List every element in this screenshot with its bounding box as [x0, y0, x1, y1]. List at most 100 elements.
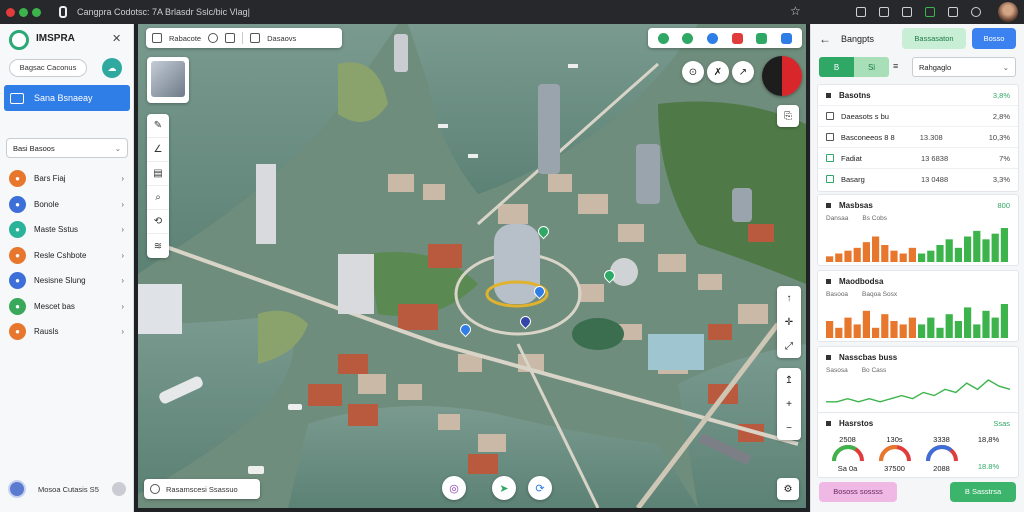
aerial-map — [138, 24, 806, 508]
filter-icon[interactable]: ≡ — [893, 61, 898, 71]
grid-icon[interactable] — [250, 33, 261, 43]
save-button[interactable]: Bosso — [972, 28, 1016, 49]
layer-tab-icon[interactable] — [682, 32, 694, 44]
chevron-down-icon: ⌄ — [1002, 62, 1009, 72]
layer-tab-icon[interactable] — [756, 32, 768, 44]
route-icon[interactable]: ⟲ — [147, 210, 169, 234]
bar — [927, 250, 935, 262]
secondary-action-button[interactable]: Bososs sossss — [819, 482, 897, 502]
summary-title: Basotns — [839, 90, 871, 100]
zoom-in-icon[interactable]: + — [777, 392, 801, 416]
brand-logo-icon — [9, 30, 29, 50]
collapse-icon[interactable]: ✕ — [112, 32, 121, 45]
window-icon[interactable] — [879, 7, 889, 17]
share-icon[interactable] — [856, 7, 866, 17]
table-row[interactable]: Basconeeos 8 8 13.308 10,3% — [818, 126, 1018, 147]
bar — [991, 233, 999, 262]
alert-icon: ● — [9, 323, 26, 341]
star-icon[interactable]: ☆ — [790, 4, 801, 18]
chart-card-1: Masbsas 800 Dansaa Bs Cobs — [817, 194, 1019, 266]
sidebar-item-label: Resle Cshbote — [34, 250, 87, 260]
bar — [890, 321, 898, 338]
layer-tab-icon[interactable] — [781, 32, 793, 44]
location-icon[interactable]: ⊙ — [682, 61, 704, 83]
primary-action-button[interactable]: B Sasstrsa — [950, 482, 1016, 502]
workspace-button[interactable]: Bagsac Caconus — [9, 59, 87, 77]
extension-icon[interactable] — [925, 7, 935, 17]
bullet-icon — [826, 420, 831, 426]
map-layer-tabs — [648, 28, 802, 48]
ruler-icon[interactable]: ⤢ — [777, 334, 801, 358]
recenter-icon[interactable]: ⟳ — [528, 476, 552, 500]
layers-toggle-icon[interactable]: ◎ — [442, 476, 466, 500]
close-window-button[interactable] — [6, 7, 15, 17]
segment-left[interactable]: B — [819, 57, 854, 77]
zoom-out-icon[interactable]: − — [777, 416, 801, 440]
map-view[interactable]: Rabacote Dasaovs ✎ ∠ ▤ ⌕ ⟲ ≋ ⊙ ✗ ↗ ⎘ ↑ ✛… — [138, 24, 806, 508]
layer-tab-icon[interactable] — [707, 32, 719, 44]
sidebar-item[interactable]: ● Resle Cshbote › — [6, 243, 128, 269]
navigate-icon[interactable]: ➤ — [492, 476, 516, 500]
chevron-right-icon: › — [121, 225, 124, 235]
row-label: Basconeeos 8 8 — [840, 132, 895, 142]
walk-icon[interactable]: ✗ — [707, 61, 729, 83]
sidebar-item[interactable]: ● Rausls › — [6, 319, 128, 345]
sidebar-item[interactable]: ● Mescet bas › — [6, 294, 128, 320]
menu-icon[interactable] — [948, 7, 958, 17]
map-search-bar[interactable]: Rabacote Dasaovs — [146, 28, 342, 48]
export-button[interactable]: Bassasaton — [902, 28, 966, 49]
bar — [982, 310, 990, 338]
filter-icon[interactable]: ≋ — [147, 234, 169, 258]
range-dropdown[interactable]: Rahgaglo ⌄ — [912, 57, 1016, 77]
share-map-icon[interactable]: ⎘ — [777, 105, 799, 127]
3d-view-toggle[interactable] — [147, 57, 189, 103]
document-icon[interactable]: ▤ — [147, 162, 169, 186]
summary-header: Basotns 3,8% — [818, 85, 1018, 105]
cloud-icon[interactable]: ☁ — [102, 58, 122, 78]
settings-map-icon[interactable]: ⚙ — [777, 478, 799, 500]
gauge-label: 18,8% — [977, 435, 1000, 444]
search-map-icon[interactable]: ⌕ — [147, 186, 169, 210]
bullet-icon — [826, 202, 831, 208]
pen-icon[interactable]: ✎ — [147, 114, 169, 138]
sidebar-item[interactable]: ● Nesisne Slung › — [6, 268, 128, 294]
clock-icon[interactable] — [208, 33, 219, 43]
view-toggle[interactable]: B Si — [819, 57, 889, 77]
profile-icon[interactable] — [971, 7, 981, 17]
settings-icon[interactable] — [112, 482, 126, 496]
sidebar-item[interactable]: ● Bars Fiaj › — [6, 166, 128, 192]
user-footer[interactable]: Mosoa Cutasis S5 — [8, 480, 126, 498]
segment-right[interactable]: Si — [854, 57, 889, 77]
maximize-window-button[interactable] — [32, 7, 41, 17]
map-mode-label[interactable]: Dasaovs — [267, 34, 296, 43]
sidebar-item[interactable]: ● Bonole › — [6, 192, 128, 218]
layer-tab-icon[interactable] — [731, 32, 743, 44]
bar — [853, 247, 861, 262]
gauge-row: 2508 Sa 0a 130s 37500 3338 2088 18,8% 18.8% — [818, 433, 1018, 473]
sidebar-item-label: Sana Bsnaeay — [34, 93, 93, 103]
category-select[interactable]: Basi Basoos ⌄ — [6, 138, 128, 158]
chevron-right-icon: › — [121, 250, 124, 260]
table-row[interactable]: Fadiat 13 6838 7% — [818, 147, 1018, 168]
download-icon[interactable] — [902, 7, 912, 17]
bar — [899, 253, 907, 262]
back-arrow-icon[interactable]: ← — [819, 32, 831, 46]
minimize-window-button[interactable] — [19, 7, 28, 17]
table-row[interactable]: Basarg 13 0488 3,3% — [818, 168, 1018, 189]
layer-tab-icon[interactable] — [657, 32, 669, 44]
bike-icon[interactable]: ↗ — [732, 61, 754, 83]
measure-icon[interactable]: ∠ — [147, 138, 169, 162]
chart-title: Nasscbas buss — [839, 352, 898, 362]
pan-icon[interactable]: ↥ — [777, 368, 801, 392]
move-icon[interactable]: ✛ — [777, 310, 801, 334]
arrow-up-icon[interactable]: ↑ — [777, 286, 801, 310]
health-value: Ssas — [993, 418, 1010, 428]
compass-icon[interactable] — [762, 56, 802, 96]
row-value: 3,3% — [992, 174, 1010, 184]
user-avatar[interactable] — [998, 2, 1018, 22]
sidebar-item[interactable]: ● Maste Sstus › — [6, 217, 128, 243]
table-row[interactable]: Daeasots s bu 2,8% — [818, 105, 1018, 126]
undo-icon[interactable] — [225, 33, 236, 43]
bar — [973, 324, 981, 338]
sidebar-item-active[interactable]: Sana Bsnaeay — [4, 85, 130, 111]
